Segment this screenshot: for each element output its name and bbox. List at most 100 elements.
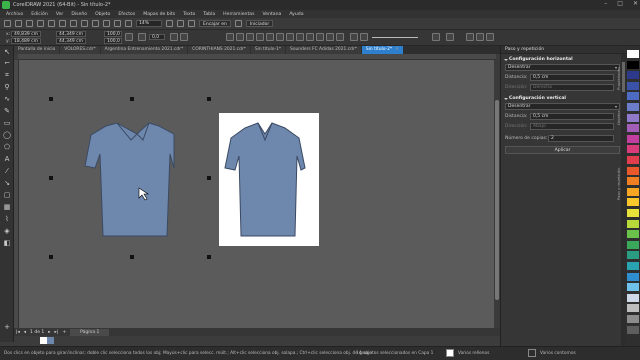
gear-icon[interactable] [234, 20, 242, 27]
create-boundary-icon[interactable] [286, 33, 294, 41]
x-position-field[interactable]: 49,839 cm [11, 31, 41, 37]
y-position-field[interactable]: 18,489 cm [11, 38, 41, 44]
convert-to-curves-icon[interactable] [486, 33, 494, 41]
fill-icon[interactable]: ◈ [3, 228, 11, 235]
crop-icon[interactable]: ⌗ [3, 72, 11, 79]
width-field[interactable]: 44,349 cm [56, 31, 86, 37]
parallel-line-icon[interactable]: ⁄ [3, 168, 11, 175]
apply-button[interactable]: Aplicar [505, 146, 620, 154]
palette-swatch[interactable] [627, 240, 639, 249]
height-field[interactable]: 44,349 cm [56, 38, 86, 44]
add-tool-icon[interactable]: + [3, 324, 11, 331]
interactive-fill-icon[interactable]: ◧ [3, 240, 11, 247]
palette-swatch[interactable] [627, 283, 639, 292]
palette-swatch[interactable] [627, 81, 639, 90]
tab-corinthians[interactable]: CORINTHIANS 2021.cdr* [188, 46, 250, 54]
selection-handle[interactable] [207, 255, 211, 259]
simplify-icon[interactable] [256, 33, 264, 41]
vertical-mode-select[interactable]: Desentrar [505, 103, 620, 110]
shape-icon[interactable]: ⌐ [3, 60, 11, 67]
lock-ratio-icon[interactable] [125, 33, 133, 41]
menu-ventana[interactable]: Ventana [258, 12, 285, 17]
rulers-icon[interactable] [177, 20, 184, 27]
palette-swatch[interactable] [627, 156, 639, 164]
close-button[interactable]: ✕ [633, 0, 638, 7]
to-back-icon[interactable] [476, 33, 484, 41]
vertical-distance-input[interactable]: 0,5 cm [530, 113, 614, 120]
menu-herramientas[interactable]: Herramientas [219, 12, 258, 17]
wrap-text-icon[interactable] [446, 33, 454, 41]
minimize-button[interactable]: – [604, 0, 607, 7]
export-icon[interactable] [114, 20, 121, 27]
pdf-icon[interactable] [125, 20, 132, 27]
document-palette-preview[interactable] [40, 337, 54, 344]
paste-icon[interactable] [59, 20, 66, 27]
palette-swatch[interactable] [627, 262, 639, 270]
eyedropper-icon[interactable]: ⌇ [3, 216, 11, 223]
palette-swatch[interactable] [627, 272, 639, 281]
tab-pantalla-de-inicio[interactable]: Pantalla de inicio [14, 46, 60, 54]
copies-input[interactable]: 2 [548, 135, 614, 142]
pointer-icon[interactable]: ↖ [3, 49, 11, 56]
intersect-icon[interactable] [246, 33, 254, 41]
palette-swatch[interactable] [47, 337, 54, 344]
palette-swatch[interactable] [627, 198, 639, 207]
connector-icon[interactable]: ↘ [3, 180, 11, 187]
back-minus-front-icon[interactable] [276, 33, 284, 41]
menu-mapas-de-bits[interactable]: Mapas de bits [139, 12, 179, 17]
snap-to-select[interactable]: Encajar en [199, 20, 231, 27]
shirt-copy-left[interactable] [84, 122, 175, 237]
shadow-icon[interactable]: ▢ [3, 192, 11, 199]
selection-handle[interactable] [49, 255, 53, 259]
tab-volores[interactable]: VOLORES.cdr* [60, 46, 100, 54]
menu-archivo[interactable]: Archivo [2, 12, 27, 17]
copy-icon[interactable] [48, 20, 55, 27]
fill-swatch[interactable] [446, 349, 454, 357]
palette-swatch[interactable] [627, 71, 639, 80]
close-curve-icon[interactable] [432, 33, 440, 41]
selection-handle[interactable] [207, 97, 211, 101]
transparency-icon[interactable]: ▦ [3, 204, 11, 211]
palette-swatch[interactable] [627, 177, 639, 186]
palette-swatch[interactable] [627, 251, 639, 260]
group-icon[interactable] [316, 33, 324, 41]
palette-swatch[interactable] [627, 113, 639, 122]
text-icon[interactable]: A [3, 156, 11, 163]
page-tab[interactable]: Página 1 [70, 328, 110, 336]
redo-icon[interactable] [81, 20, 88, 27]
tab-sin-titulo-1[interactable]: Sin título-1* [250, 46, 286, 54]
mirror-horizontal-icon[interactable] [170, 33, 178, 41]
menu-ayuda[interactable]: Ayuda [285, 12, 307, 17]
outline-width-icon[interactable] [350, 33, 358, 41]
scroll-thumb[interactable] [495, 100, 499, 300]
arrow-start-icon[interactable] [360, 33, 368, 41]
rectangle-icon[interactable]: ▭ [3, 120, 11, 127]
palette-swatch[interactable] [627, 134, 639, 143]
selection-handle[interactable] [49, 97, 53, 101]
weld-icon[interactable] [226, 33, 234, 41]
new-document-icon[interactable] [4, 20, 11, 27]
fullscreen-icon[interactable] [166, 20, 173, 27]
trim-icon[interactable] [236, 33, 244, 41]
rotate-icon[interactable] [138, 33, 146, 41]
prev-page-button[interactable]: ◂ [24, 330, 26, 335]
zoom-icon[interactable]: ⚲ [3, 84, 11, 91]
docker-side-tab[interactable]: Paso y repetición [616, 160, 624, 200]
open-icon[interactable] [15, 20, 22, 27]
front-minus-back-icon[interactable] [266, 33, 274, 41]
drawing-canvas[interactable] [19, 60, 494, 328]
vertical-direction-select[interactable]: Abajo [530, 123, 614, 130]
palette-swatch[interactable] [627, 293, 639, 302]
selection-handle[interactable] [130, 97, 134, 101]
palette-swatch[interactable] [627, 304, 639, 313]
zoom-level-select[interactable]: 14% [136, 20, 162, 27]
scale-x-field[interactable]: 100,0 [104, 31, 122, 37]
add-page-button[interactable]: + [62, 330, 66, 335]
docker-side-tab[interactable]: Propiedades [616, 60, 624, 90]
selection-handle[interactable] [207, 176, 211, 180]
artistic-media-icon[interactable]: ✎ [3, 108, 11, 115]
menu-diseno[interactable]: Diseño [67, 12, 91, 17]
palette-swatch[interactable] [627, 60, 639, 69]
docker-side-tab[interactable]: Objetos [616, 95, 624, 125]
selection-handle[interactable] [49, 176, 53, 180]
